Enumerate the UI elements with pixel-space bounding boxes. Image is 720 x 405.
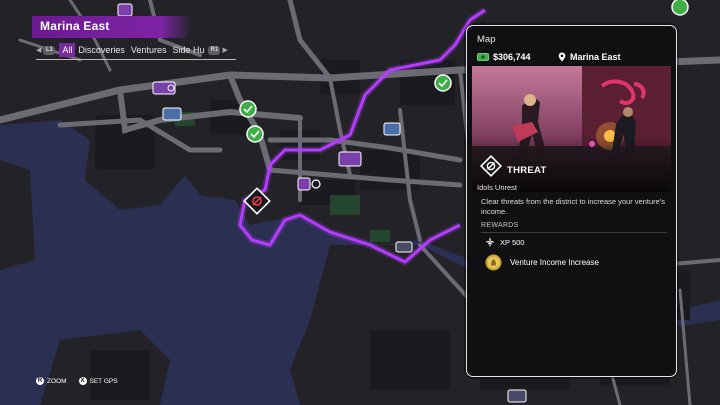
marker-vehicle-3[interactable] xyxy=(383,122,401,136)
filter-tabs-underline xyxy=(36,59,236,60)
marker-green-4[interactable] xyxy=(671,0,689,16)
marker-vehicle-4[interactable] xyxy=(338,151,362,167)
fleur-de-lis-icon xyxy=(486,237,494,247)
panel-header: Map xyxy=(477,34,496,45)
filter-tabs: ◀ L1 All Discoveries Ventures Side Hu R1… xyxy=(36,42,230,58)
l1-button-icon[interactable]: L1 xyxy=(43,45,56,55)
marker-vehicle-5[interactable] xyxy=(395,241,413,253)
location-pin-icon xyxy=(558,52,566,62)
marker-green-2[interactable] xyxy=(239,100,257,118)
r-stick-button-icon: R xyxy=(36,377,44,385)
threat-icon xyxy=(479,154,503,178)
cash-icon xyxy=(477,53,489,61)
reward-income-label: Venture Income Increase xyxy=(510,258,599,267)
money-amount: $306,744 xyxy=(493,52,531,62)
activity-description: Clear threats from the district to incre… xyxy=(481,197,666,216)
r1-button-icon[interactable]: R1 xyxy=(208,45,221,55)
marker-green-1[interactable] xyxy=(434,74,452,92)
money-display: $306,744 xyxy=(477,52,531,62)
hint-zoom: R ZOOM xyxy=(36,377,67,385)
marker-top[interactable] xyxy=(117,3,133,17)
reward-xp: XP 500 xyxy=(485,237,524,247)
control-hints: R ZOOM X SET GPS xyxy=(36,377,118,385)
marker-bottom[interactable] xyxy=(507,389,527,403)
tab-discoveries[interactable]: Discoveries xyxy=(75,43,128,57)
hint-set-gps-label: SET GPS xyxy=(89,377,118,385)
reward-xp-label: XP 500 xyxy=(500,237,525,247)
rewards-divider xyxy=(481,232,667,233)
district-title: Marina East xyxy=(40,19,110,33)
tab-ventures[interactable]: Ventures xyxy=(128,43,170,57)
marker-vehicle-2[interactable] xyxy=(162,107,182,121)
hint-set-gps: X SET GPS xyxy=(78,377,118,385)
activity-name: Idols Unrest xyxy=(477,183,518,192)
tab-left-arrow-icon[interactable]: ◀ xyxy=(36,46,41,54)
activity-detail-panel: Map $306,744 Marina East THREAT Idols Un… xyxy=(466,25,677,377)
x-button-icon: X xyxy=(78,377,87,385)
tab-side-hustles[interactable]: Side Hu xyxy=(169,43,207,57)
reward-venture-income: Venture Income Increase xyxy=(485,254,599,271)
location-name: Marina East xyxy=(570,52,621,62)
rewards-heading: REWARDS xyxy=(481,222,519,229)
hint-zoom-label: ZOOM xyxy=(47,377,67,385)
marker-vehicle-1[interactable] xyxy=(152,81,176,95)
tab-right-arrow-icon[interactable]: ▶ xyxy=(222,46,227,54)
location-display: Marina East xyxy=(558,52,621,62)
tab-all[interactable]: All xyxy=(59,43,76,57)
activity-type: THREAT xyxy=(507,165,547,176)
marker-green-3[interactable] xyxy=(246,125,264,143)
gold-coin-icon xyxy=(485,254,502,271)
